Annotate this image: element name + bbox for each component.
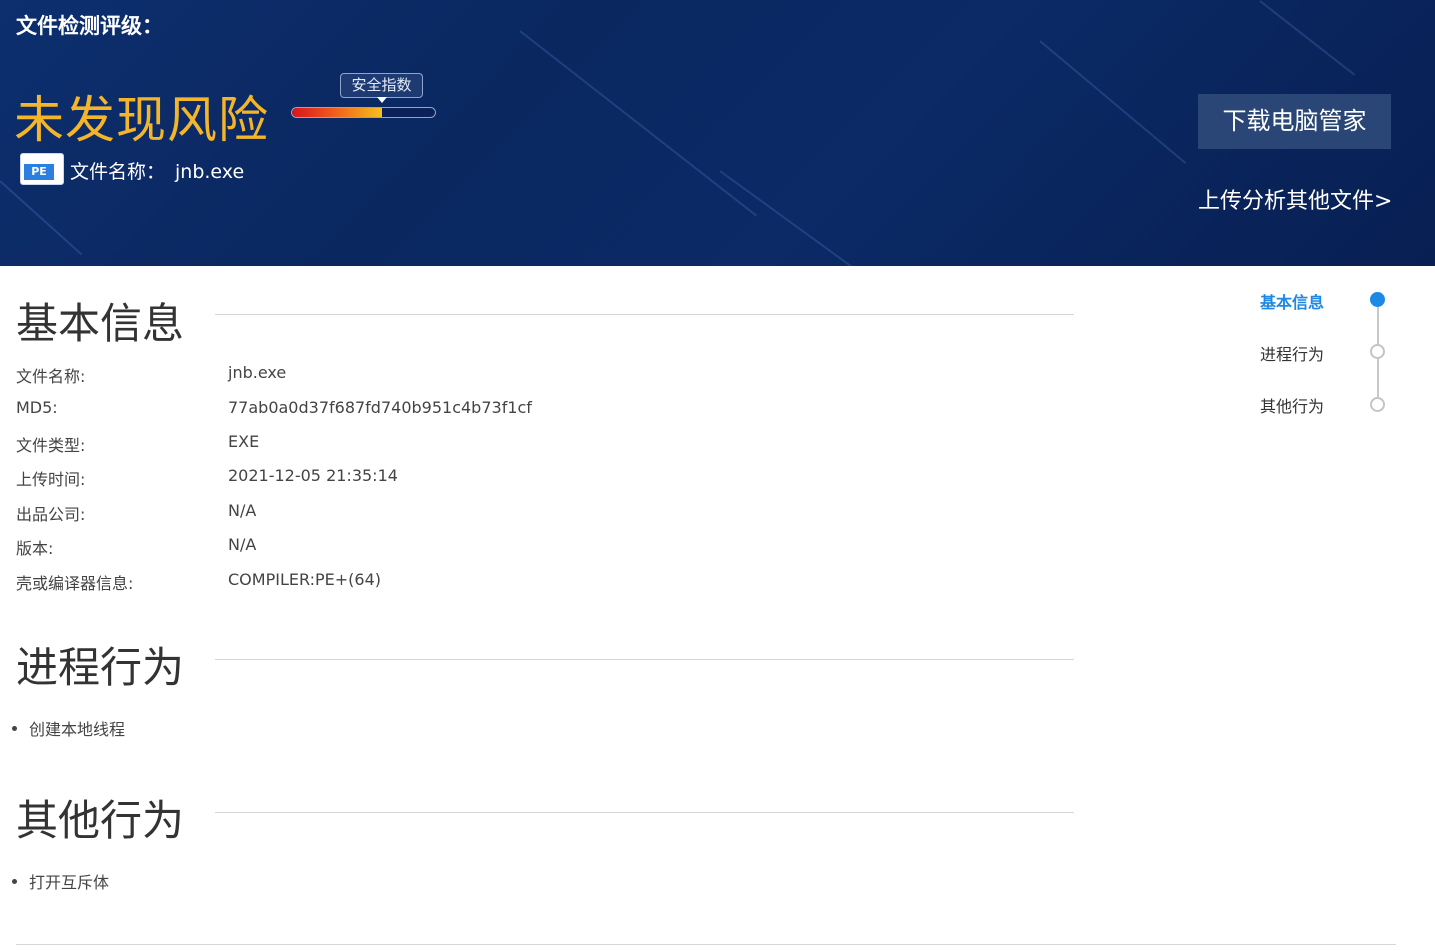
banner-decoration	[0, 180, 83, 256]
file-name-label: 文件名称：	[70, 161, 166, 183]
basic-info-heading: 基本信息	[16, 299, 185, 348]
download-pc-manager-button[interactable]: 下载电脑管家	[1198, 94, 1391, 149]
file-name-line: 文件名称： jnb.exe	[70, 157, 244, 184]
info-label-version: 版本:	[16, 539, 54, 558]
side-nav-dot-other-behavior[interactable]	[1370, 397, 1385, 412]
verdict-text: 未发现风险	[14, 91, 269, 149]
info-label-file-name: 文件名称:	[16, 367, 86, 386]
section-divider	[215, 812, 1074, 813]
info-value-publisher: N/A	[228, 501, 257, 520]
info-value-file-name: jnb.exe	[228, 363, 287, 382]
upload-other-file-link[interactable]: 上传分析其他文件>	[1198, 183, 1392, 215]
rating-title: 文件检测评级：	[16, 14, 163, 38]
side-nav-basic-info[interactable]: 基本信息	[1260, 289, 1324, 313]
list-item-text: 打开互斥体	[29, 873, 110, 892]
list-item: 打开互斥体	[12, 869, 109, 893]
side-nav-process-behavior[interactable]: 进程行为	[1260, 341, 1324, 365]
header-banner: 文件检测评级： 未发现风险 安全指数 PE 文件名称： jnb.exe 下载电脑管…	[0, 0, 1435, 266]
info-label-file-type: 文件类型:	[16, 436, 86, 455]
safety-index-gauge	[291, 107, 436, 118]
pe-file-icon-text: PE	[24, 164, 54, 180]
gauge-pointer-icon	[377, 97, 387, 103]
banner-decoration	[719, 170, 899, 266]
section-divider	[215, 314, 1074, 315]
info-label-publisher: 出品公司:	[16, 505, 86, 524]
pe-file-icon: PE	[20, 153, 64, 185]
info-label-md5: MD5:	[16, 398, 58, 417]
info-label-upload-time: 上传时间:	[16, 470, 86, 489]
list-item: 创建本地线程	[12, 716, 125, 740]
info-value-upload-time: 2021-12-05 21:35:14	[228, 466, 398, 485]
info-label-compiler: 壳或编译器信息:	[16, 574, 134, 593]
file-name-value: jnb.exe	[175, 161, 245, 183]
process-behavior-heading: 进程行为	[16, 643, 185, 692]
safety-index-fill	[292, 108, 383, 117]
footer-divider	[16, 944, 1396, 945]
info-value-compiler: COMPILER:PE+(64)	[228, 570, 381, 589]
side-nav-other-behavior[interactable]: 其他行为	[1260, 393, 1324, 417]
info-value-md5: 77ab0a0d37f687fd740b951c4b73f1cf	[228, 398, 532, 417]
banner-decoration	[1039, 40, 1187, 164]
side-nav-dot-basic-info[interactable]	[1370, 292, 1385, 307]
safety-index-label: 安全指数	[340, 73, 423, 98]
info-value-version: N/A	[228, 535, 257, 554]
list-item-text: 创建本地线程	[29, 720, 126, 739]
bullet-icon	[12, 726, 17, 731]
section-divider	[215, 659, 1074, 660]
bullet-icon	[12, 879, 17, 884]
banner-decoration	[519, 30, 758, 217]
side-nav-dot-process-behavior[interactable]	[1370, 344, 1385, 359]
info-value-file-type: EXE	[228, 432, 260, 451]
other-behavior-heading: 其他行为	[16, 796, 185, 845]
banner-decoration	[1259, 0, 1356, 76]
